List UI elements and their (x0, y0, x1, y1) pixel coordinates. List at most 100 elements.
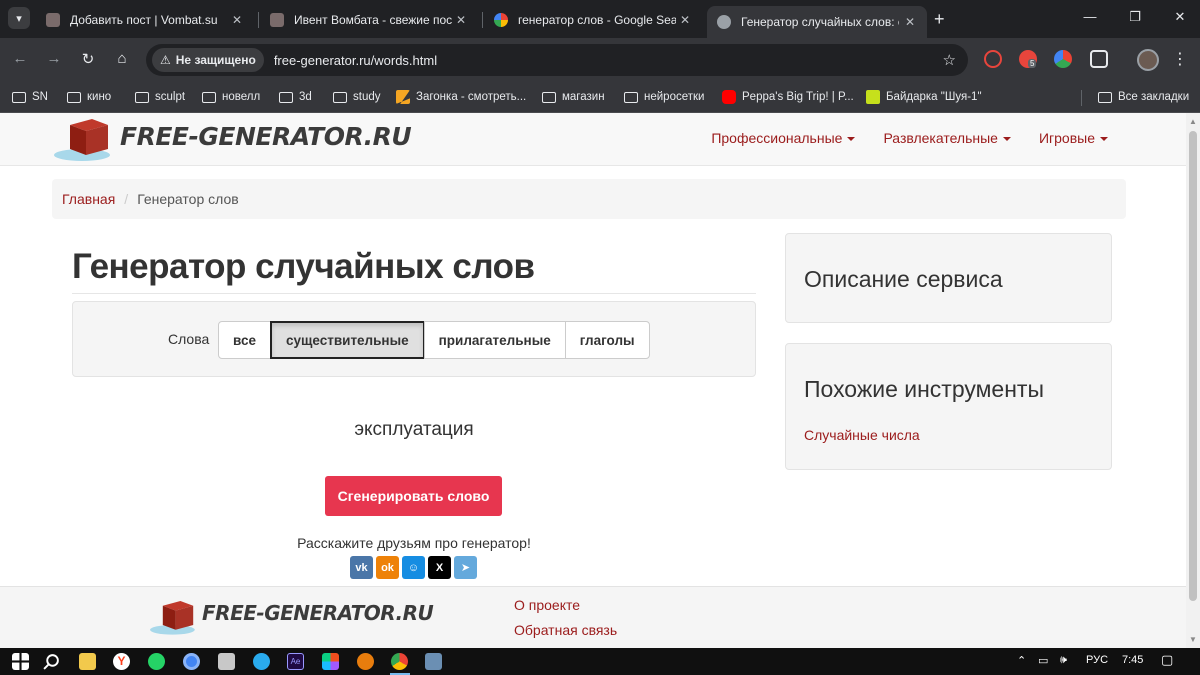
bookmark-folder-3d[interactable]: 3d (279, 88, 312, 106)
language-indicator[interactable]: РУС (1086, 654, 1108, 666)
tab-search-icon[interactable]: ▾ (8, 7, 30, 29)
yandex-browser-icon[interactable]: Y (113, 653, 130, 670)
filter-adjectives-button[interactable]: прилагательные (423, 321, 566, 359)
after-effects-icon[interactable]: Ae (287, 653, 304, 670)
site-logo[interactable]: FREE-GENERATOR.RU (54, 115, 412, 163)
windows-start-icon[interactable] (12, 653, 29, 670)
filter-label: Слова (168, 331, 210, 347)
profile-avatar[interactable] (1137, 49, 1159, 71)
tray-chevron-icon[interactable]: ⌃ (1017, 654, 1026, 667)
odnoklassniki-share-icon[interactable]: ok (376, 556, 399, 579)
folder-icon (67, 91, 81, 103)
chrome-active-icon[interactable] (391, 653, 408, 670)
figma-icon[interactable] (322, 653, 339, 670)
about-link[interactable]: О проекте (514, 593, 617, 618)
footer-logo[interactable]: FREE-GENERATOR.RU (150, 595, 434, 639)
clock[interactable]: 7:45 (1122, 654, 1143, 666)
scroll-down-icon[interactable]: ▼ (1189, 635, 1197, 644)
close-icon[interactable]: ✕ (230, 13, 244, 27)
reload-icon[interactable]: ↻ (78, 50, 98, 68)
extensions-puzzle-icon[interactable] (1090, 50, 1108, 68)
tab-google-search[interactable]: генератор слов - Google Search ✕ (484, 6, 702, 34)
bookmark-folder-novell[interactable]: новелл (202, 88, 260, 106)
security-label: Не защищено (175, 53, 256, 67)
close-icon[interactable]: ✕ (454, 13, 468, 27)
site-navbar: FREE-GENERATOR.RU Профессиональные Развл… (0, 113, 1186, 166)
calculator-icon[interactable] (218, 653, 235, 670)
tab-word-generator[interactable]: Генератор случайных слов: сущ ✕ (707, 6, 927, 38)
url-text[interactable]: free-generator.ru/words.html (274, 53, 437, 68)
site-footer: FREE-GENERATOR.RU О проекте Обратная свя… (0, 586, 1186, 648)
forward-icon[interactable]: → (44, 50, 64, 67)
more-menu-icon[interactable]: ⋮ (1172, 49, 1188, 69)
home-icon[interactable]: ⌂ (112, 50, 132, 67)
box-logo-icon (150, 601, 195, 635)
bookmark-label: 3d (299, 91, 312, 103)
bookmark-label: Байдарка "Шуя-1" (886, 91, 982, 103)
search-icon[interactable] (43, 653, 60, 670)
feedback-link[interactable]: Обратная связь (514, 618, 617, 643)
menu-games[interactable]: Игровые (1039, 130, 1108, 146)
moimir-share-icon[interactable]: ☺ (402, 556, 425, 579)
filter-nouns-button[interactable]: существительные (269, 321, 425, 359)
volume-icon[interactable]: 🕪 (1060, 654, 1067, 667)
bookmark-baidarka[interactable]: Байдарка "Шуя-1" (866, 88, 982, 106)
security-chip[interactable]: ⚠ Не защищено (152, 48, 264, 72)
bookmark-folder-neuro[interactable]: нейросетки (624, 88, 704, 106)
filter-verbs-button[interactable]: глаголы (564, 321, 650, 359)
bookmark-folder-kino[interactable]: кино (67, 88, 111, 106)
bookmark-peppa[interactable]: Peppa's Big Trip! | P... (722, 88, 854, 106)
back-icon[interactable]: ← (10, 50, 30, 67)
filter-all-button[interactable]: все (218, 321, 271, 359)
blender-icon[interactable] (357, 653, 374, 670)
x-share-icon[interactable]: X (428, 556, 451, 579)
caret-down-icon (1002, 137, 1011, 142)
telegram-share-icon[interactable]: ➤ (454, 556, 477, 579)
vk-share-icon[interactable]: vk (350, 556, 373, 579)
menu-label: Игровые (1038, 130, 1095, 146)
scroll-thumb[interactable] (1189, 131, 1197, 601)
bookmark-folder-sculpt[interactable]: sculpt (135, 88, 185, 106)
address-bar[interactable]: ⚠ Не защищено free-generator.ru/words.ht… (146, 44, 968, 76)
photos-icon[interactable] (425, 653, 442, 670)
footer-links: О проекте Обратная связь (514, 593, 617, 643)
minimize-icon[interactable]: — (1080, 9, 1100, 24)
random-numbers-link[interactable]: Случайные числа (804, 427, 920, 443)
chrome-icon[interactable] (183, 653, 200, 670)
tab-vombat-add-post[interactable]: Добавить пост | Vombat.su ✕ (36, 6, 254, 34)
adblock-extension-icon[interactable]: 5 (1019, 50, 1037, 68)
restore-icon[interactable]: ❐ (1125, 9, 1145, 25)
new-tab-icon[interactable]: + (934, 9, 945, 30)
record-extension-icon[interactable] (984, 50, 1002, 68)
bookmark-label: Все закладки (1118, 91, 1190, 103)
bookmark-zagonka[interactable]: Загонка - смотреть... (396, 88, 526, 106)
folder-icon (1098, 91, 1112, 103)
bookmark-folder-sn[interactable]: SN (12, 88, 48, 106)
menu-entertainment[interactable]: Развлекательные (883, 130, 1011, 146)
scroll-up-icon[interactable]: ▲ (1189, 117, 1197, 126)
close-icon[interactable]: ✕ (678, 13, 692, 27)
color-extension-icon[interactable] (1054, 50, 1072, 68)
tab-title: Генератор случайных слов: сущ (741, 15, 899, 29)
generate-word-button[interactable]: Сгенерировать слово (325, 476, 502, 516)
close-window-icon[interactable]: ✕ (1170, 9, 1190, 25)
main-menu: Профессиональные Развлекательные Игровые (711, 130, 1108, 146)
bookmark-folder-shop[interactable]: магазин (542, 88, 605, 106)
bookmark-label: Peppa's Big Trip! | P... (742, 91, 854, 103)
bookmark-folder-study[interactable]: study (333, 88, 381, 106)
tab-vombat-event[interactable]: Ивент Вомбата - свежие посты ✕ (260, 6, 478, 34)
breadcrumb-home-link[interactable]: Главная (62, 191, 115, 207)
breadcrumb: Главная / Генератор слов (52, 179, 1126, 219)
whatsapp-icon[interactable] (148, 653, 165, 670)
menu-professional[interactable]: Профессиональные (711, 130, 856, 146)
bookmark-star-icon[interactable]: ☆ (943, 51, 956, 69)
all-bookmarks[interactable]: Все закладки (1098, 88, 1189, 106)
notifications-icon[interactable]: ▢ (1161, 652, 1173, 668)
close-icon[interactable]: ✕ (903, 15, 917, 29)
file-explorer-icon[interactable] (79, 653, 96, 670)
telegram-icon[interactable] (253, 653, 270, 670)
network-icon[interactable]: ▭ (1038, 654, 1048, 667)
folder-icon (202, 91, 216, 103)
tab-title: Ивент Вомбата - свежие посты (294, 13, 452, 27)
page-scrollbar[interactable]: ▲ ▼ (1186, 113, 1200, 648)
